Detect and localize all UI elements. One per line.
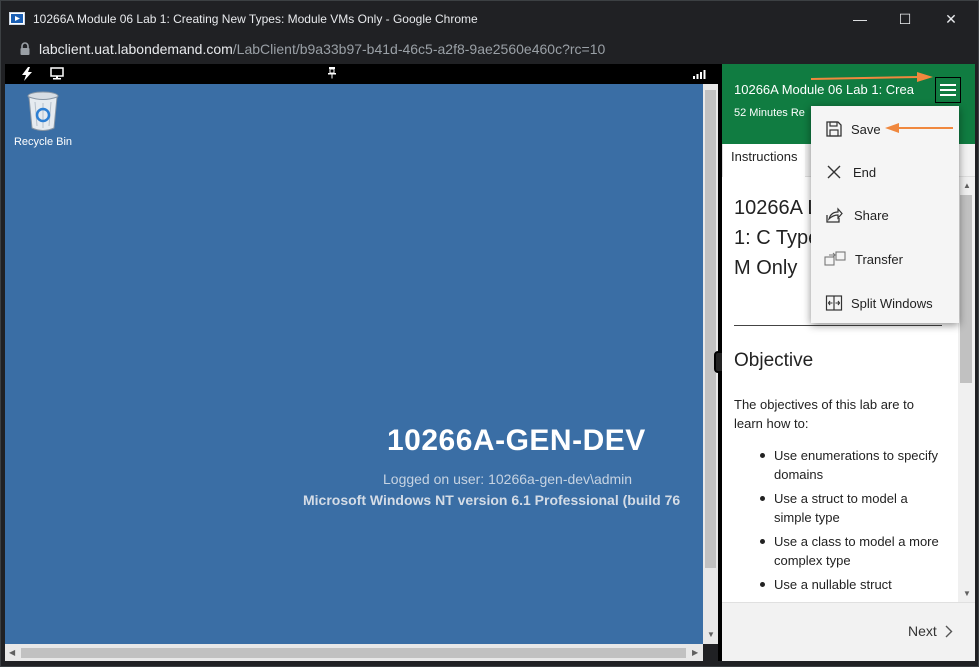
logged-on-user: Logged on user: 10266a-gen-dev\admin [383,471,633,487]
url-path: /LabClient/b9a33b97-b41d-46c5-a2f8-9ae25… [232,41,606,57]
signal-strength-icon [693,70,706,79]
maximize-button[interactable]: ☐ [882,7,928,31]
menu-item-transfer[interactable]: Transfer [811,238,959,278]
menu-item-label: Share [854,208,889,223]
os-version: Microsoft Windows NT version 6.1 Profess… [303,492,681,508]
menu-item-label: End [853,165,877,180]
transfer-icon [824,251,846,266]
scroll-left-arrow-icon[interactable]: ◀ [9,648,15,657]
url-text[interactable]: labclient.uat.labondemand.com/LabClient/… [39,41,605,57]
lock-icon [20,42,30,55]
url-host: labclient.uat.labondemand.com [39,41,233,57]
lab-title: 10266A Module 06 Lab 1: Crea [734,82,914,97]
objective-list: Use enumerations to specify domains Use … [760,446,939,599]
pin-icon[interactable] [328,67,336,79]
split-windows-icon [825,295,843,311]
machine-name: 10266A-GEN-DEV [387,424,646,457]
recycle-bin-shortcut[interactable]: Recycle Bin [13,90,73,148]
address-bar[interactable]: labclient.uat.labondemand.com/LabClient/… [1,37,978,63]
panel-footer: Next [722,602,975,661]
minimize-button[interactable]: — [837,7,883,31]
chevron-right-icon [945,625,953,638]
hamburger-menu-button[interactable] [935,77,961,103]
scroll-right-arrow-icon[interactable]: ▶ [692,648,698,657]
scroll-down-arrow-icon[interactable]: ▼ [707,630,715,639]
objective-heading: Objective [734,350,814,371]
vm-vertical-scroll-thumb[interactable] [705,90,716,568]
objective-intro: The objectives of this lab are to learn … [734,397,914,431]
menu-item-share[interactable]: Share [811,194,959,234]
monitor-icon[interactable] [50,67,64,80]
vm-horizontal-scrollbar[interactable]: ◀ ▶ [5,644,703,661]
list-item: Use a struct to model a simple type [760,489,939,527]
next-button[interactable]: Next [908,623,953,639]
menu-item-label: Save [851,122,881,137]
title-bar: 10266A Module 06 Lab 1: Creating New Typ… [1,1,978,37]
menu-item-save[interactable]: Save [811,108,959,148]
recycle-bin-icon [27,91,59,131]
window-title: 10266A Module 06 Lab 1: Creating New Typ… [33,12,478,26]
vm-toolbar [5,64,720,84]
panel-scroll-thumb[interactable] [960,195,972,383]
list-item: Use enumerations to specify domains [760,448,939,482]
vm-desktop[interactable]: Recycle Bin 10266A-GEN-DEV Logged on use… [5,84,703,644]
menu-item-split-windows[interactable]: Split Windows [811,282,959,322]
close-icon [827,165,841,179]
menu-item-label: Transfer [855,252,903,267]
app-icon [9,12,25,25]
browser-window: 10266A Module 06 Lab 1: Creating New Typ… [0,0,979,667]
menu-item-label: Split Windows [851,296,933,311]
panel-scrollbar[interactable]: ▲ ▼ [958,177,975,602]
save-icon [826,121,842,137]
next-label: Next [908,623,937,639]
list-item: Use a class to model a more complex type [760,534,939,568]
recycle-bin-label: Recycle Bin [13,136,73,148]
share-icon [826,207,843,223]
title-divider [734,325,942,326]
lightning-icon[interactable] [21,67,33,81]
list-item: Use a nullable struct [760,575,939,594]
panel-scroll-up-icon[interactable]: ▲ [963,181,971,190]
menu-item-end[interactable]: End [811,151,959,191]
lab-actions-menu: Save End Share Transfer Split Windows [811,106,959,323]
close-window-button[interactable]: ✕ [928,7,974,31]
tab-instructions[interactable]: Instructions [722,144,806,177]
vm-horizontal-scroll-thumb[interactable] [21,648,686,658]
panel-scroll-down-icon[interactable]: ▼ [963,589,971,598]
time-remaining: 52 Minutes Re [734,107,805,119]
